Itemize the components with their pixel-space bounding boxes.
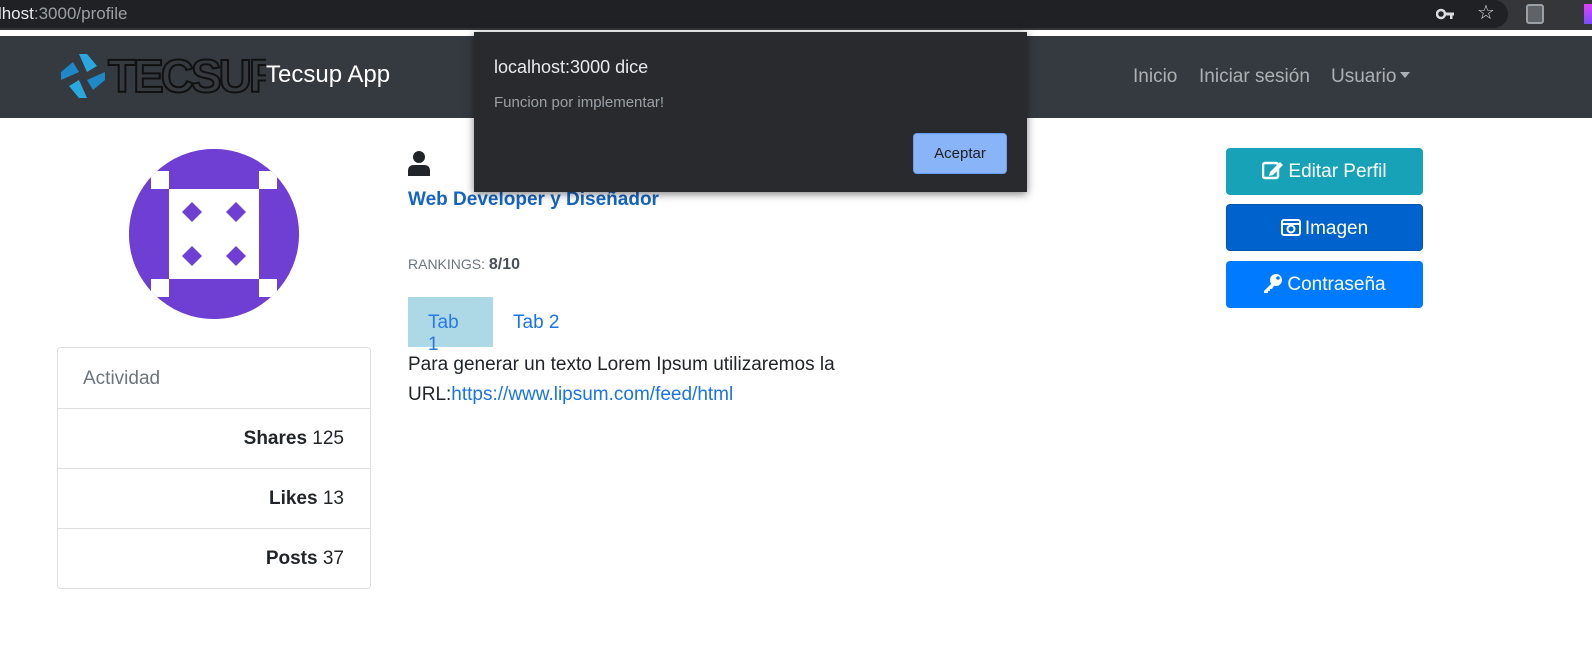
dialog-message: Funcion por implementar! [494, 94, 665, 111]
activity-header: Actividad [58, 348, 370, 409]
tab-1[interactable]: Tab 1 [408, 297, 493, 355]
activity-card: Actividad Shares 125 Likes 13 Posts 37 [57, 347, 371, 589]
activity-value: 37 [322, 548, 344, 569]
profile-role: Web Developer y Diseñador [408, 189, 659, 210]
activity-value: 13 [322, 488, 344, 509]
password-label: Contraseña [1287, 274, 1386, 295]
key-icon[interactable] [1436, 5, 1456, 23]
nav-iniciar-sesion[interactable]: Iniciar sesión [1199, 66, 1310, 88]
brand-title[interactable]: Tecsup App [266, 61, 390, 89]
image-button[interactable]: Imagen [1226, 204, 1423, 251]
address-url: calhost:3000/profile [0, 4, 128, 23]
image-label: Imagen [1304, 218, 1369, 239]
alert-dialog: localhost:3000 dice Funcion por implemen… [474, 32, 1027, 192]
tecsup-logo-icon[interactable]: TECSUP [58, 50, 266, 102]
edit-icon [1262, 161, 1284, 180]
activity-row-posts: Posts 37 [58, 529, 370, 589]
rankings: RANKINGS: 8/10 [408, 256, 520, 274]
bookmark-star-icon[interactable]: ☆ [1475, 2, 1497, 24]
nav-inicio[interactable]: Inicio [1133, 66, 1177, 88]
caret-down-icon [1400, 72, 1411, 78]
user-icon [408, 151, 430, 176]
key-icon [1264, 274, 1283, 293]
activity-row-shares: Shares 125 [58, 409, 370, 469]
edit-profile-label: Editar Perfil [1288, 161, 1387, 182]
rankings-label: RANKINGS: [408, 256, 486, 272]
dialog-title: localhost:3000 dice [494, 57, 649, 77]
extension-icon[interactable] [1584, 4, 1592, 24]
tab-content: Para generar un texto Lorem Ipsum utiliz… [408, 350, 858, 410]
avatar [129, 149, 299, 319]
nav-usuario-label: Usuario [1331, 66, 1397, 87]
activity-value: 125 [312, 428, 344, 449]
activity-label: Likes [268, 488, 318, 509]
activity-label: Shares [243, 428, 308, 449]
password-button[interactable]: Contraseña [1226, 261, 1423, 308]
activity-row-likes: Likes 13 [58, 469, 370, 529]
svg-text:TECSUP: TECSUP [108, 50, 266, 102]
edit-profile-button[interactable]: Editar Perfil [1226, 148, 1423, 195]
address-bar[interactable]: calhost:3000/profile [0, 0, 1508, 28]
nav-usuario-dropdown[interactable]: Usuario [1331, 66, 1411, 88]
tab-2[interactable]: Tab 2 [493, 297, 583, 347]
browser-toolbar: calhost:3000/profile ☆ [0, 0, 1592, 30]
camera-icon [1280, 219, 1301, 236]
activity-label: Posts [265, 548, 318, 569]
accept-button[interactable]: Aceptar [913, 133, 1007, 174]
rankings-value: 8/10 [488, 256, 521, 273]
lipsum-link[interactable]: https://www.lipsum.com/feed/html [451, 384, 733, 405]
extension-icon[interactable] [1526, 4, 1544, 24]
